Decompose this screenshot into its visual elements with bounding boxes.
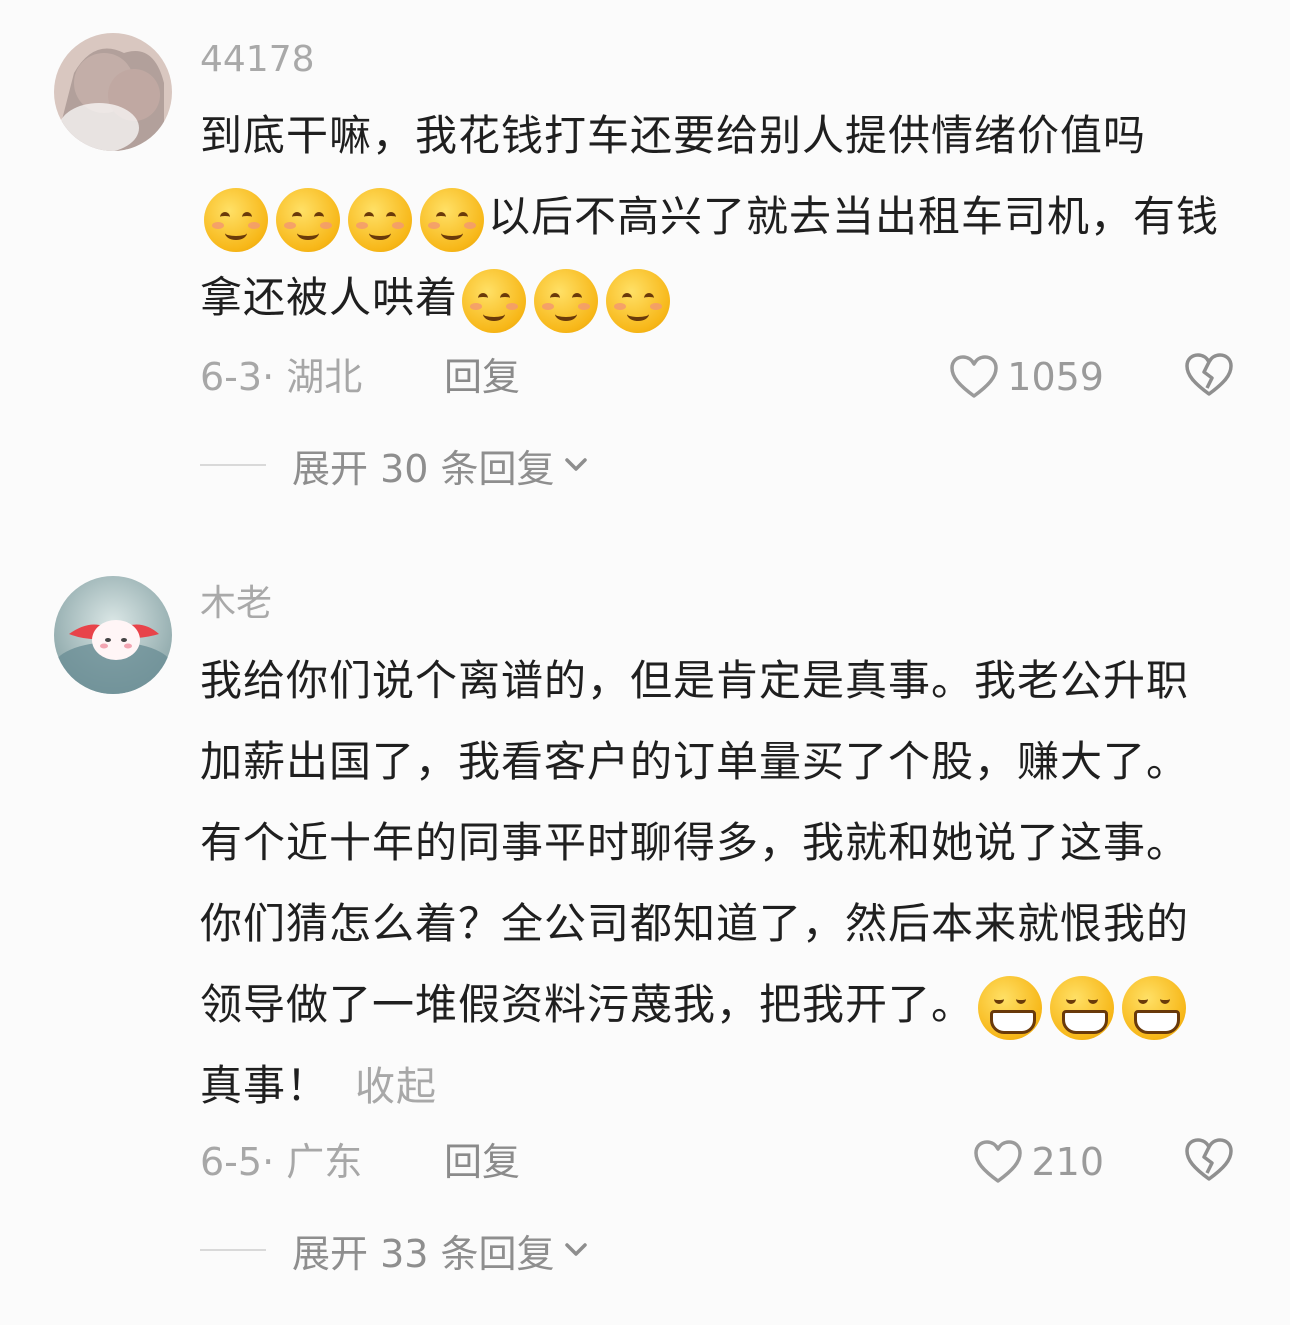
divider-line <box>200 1249 266 1251</box>
avatar[interactable] <box>54 576 172 694</box>
expand-replies-button[interactable]: 展开 30 条回复 <box>200 440 589 491</box>
avatar-photo-icon <box>54 576 172 694</box>
date-location: 6-5· 广东 <box>200 1140 363 1184</box>
like-count: 1059 <box>1007 355 1104 399</box>
emoji-group <box>204 187 484 252</box>
comment-text-part: 到底干嘛，我花钱打车还要给别人提供情绪价值吗 <box>200 111 1147 160</box>
avatar-photo-icon <box>54 33 172 151</box>
expand-replies-label: 展开 33 条回复 <box>292 1231 555 1276</box>
emoji-group <box>462 268 671 333</box>
dislike-button[interactable] <box>1184 352 1234 398</box>
broken-heart-icon <box>1185 1138 1233 1181</box>
heart-icon <box>974 1140 1023 1183</box>
comment-text-part: 我给你们说个离谱的，但是肯定是真事。我老公升职加薪出国了，我看客户的订单量买了个… <box>200 656 1190 1029</box>
comment-meta: 6-3· 湖北 回复 1059 <box>200 352 1240 402</box>
smiling-face-emoji-icon <box>348 187 412 252</box>
smiling-face-emoji-icon <box>276 187 340 252</box>
divider-line <box>200 464 266 466</box>
dislike-button[interactable] <box>1184 1137 1234 1183</box>
username[interactable]: 木老 <box>200 582 272 626</box>
username[interactable]: 44178 <box>200 38 315 82</box>
comment-text: 到底干嘛，我花钱打车还要给别人提供情绪价值吗 以后不高兴了就去当出租车司机，有钱… <box>200 95 1230 338</box>
grinning-face-emoji-icon <box>1050 975 1115 1040</box>
like-button[interactable]: 1059 <box>949 352 1104 402</box>
chevron-down-icon <box>564 458 587 471</box>
heart-icon <box>950 355 999 398</box>
chevron-down-icon <box>564 1243 587 1256</box>
date-location: 6-3· 湖北 <box>200 355 363 399</box>
expand-replies-button[interactable]: 展开 33 条回复 <box>200 1225 589 1276</box>
comment-text: 我给你们说个离谱的，但是肯定是真事。我老公升职加薪出国了，我看客户的订单量买了个… <box>200 640 1230 1128</box>
grinning-face-emoji-icon <box>978 975 1043 1040</box>
emoji-group <box>978 975 1187 1040</box>
expand-replies-label: 展开 30 条回复 <box>292 446 555 491</box>
smiling-face-emoji-icon <box>462 268 527 333</box>
smiling-face-emoji-icon <box>420 187 484 252</box>
like-count: 210 <box>1031 1140 1104 1184</box>
reply-button[interactable]: 回复 <box>444 1137 520 1187</box>
avatar[interactable] <box>54 33 172 151</box>
like-button[interactable]: 210 <box>973 1137 1104 1187</box>
reply-button[interactable]: 回复 <box>444 352 520 402</box>
collapse-link[interactable]: 收起 <box>355 1064 437 1110</box>
smiling-face-emoji-icon <box>204 187 268 252</box>
smiling-face-emoji-icon <box>534 268 599 333</box>
broken-heart-icon <box>1185 353 1233 396</box>
comment-meta: 6-5· 广东 回复 210 <box>200 1137 1240 1187</box>
comment-text-part: 真事！ <box>200 1061 330 1110</box>
smiling-face-emoji-icon <box>606 268 671 333</box>
grinning-face-emoji-icon <box>1122 975 1187 1040</box>
